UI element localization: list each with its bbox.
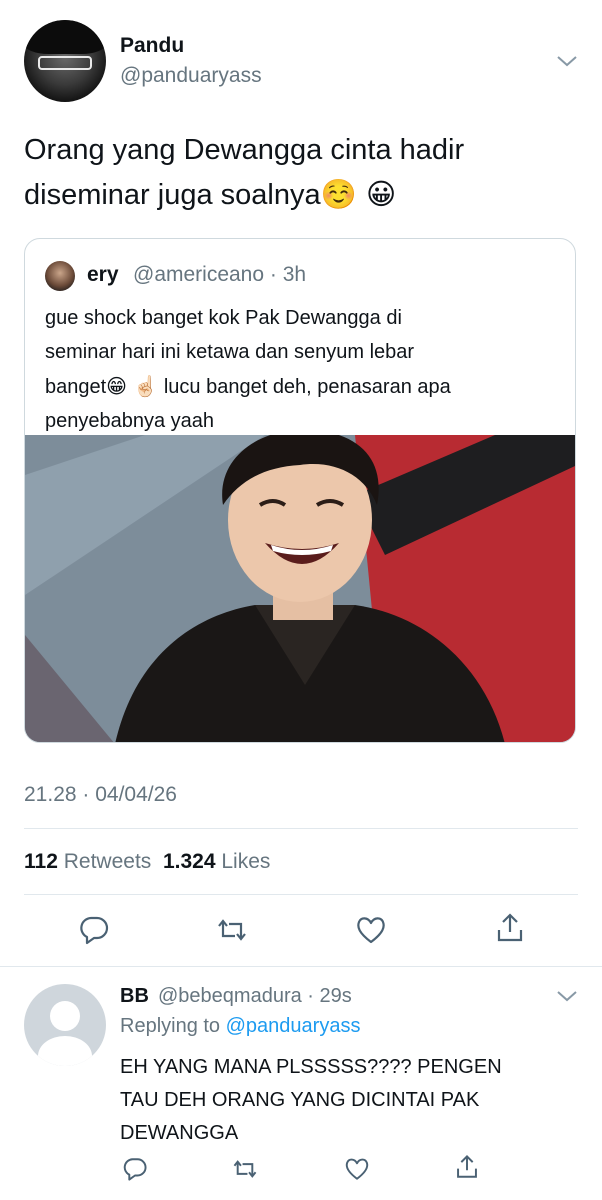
reply-author-name[interactable]: BB [120, 985, 149, 1008]
tweet-text: Orang yang Dewangga cinta hadir disemina… [24, 128, 564, 217]
quoted-text-line-3: banget😁 ☝🏻 lucu banget deh, penasaran ap… [45, 369, 560, 404]
reply-text-line-3: DEWANGGA [120, 1122, 239, 1144]
quoted-author-handle-time: @americeano · 3h [133, 263, 306, 287]
tweet-emojis: ☺️ 😀 [320, 177, 397, 211]
reply-author-avatar[interactable] [24, 984, 106, 1066]
quoted-tweet-photo[interactable] [25, 435, 575, 742]
reply-text: EH YANG MANA PLSSSSS???? PENGEN TAU DEH … [120, 1051, 570, 1150]
quoted-text-line-3-end: lucu banget deh, penasaran apa [158, 376, 451, 398]
retweet-count[interactable]: 112 [24, 850, 58, 873]
divider [0, 966, 602, 967]
divider [24, 894, 578, 895]
reply-icon[interactable] [122, 1156, 148, 1182]
reply-text-line-2: TAU DEH ORANG YANG DICINTAI PAK [120, 1089, 480, 1111]
replying-to: Replying to @panduaryass [120, 1015, 360, 1038]
author-name[interactable]: Pandu [120, 34, 184, 58]
default-avatar-icon [38, 1001, 92, 1066]
reply-time: · 29s [307, 985, 352, 1007]
avatar-hair [24, 20, 106, 54]
share-icon[interactable] [454, 1154, 480, 1180]
quoted-tweet-card[interactable]: ery @americeano · 3h gue shock banget ko… [24, 238, 576, 743]
replying-to-label: Replying to [120, 1015, 221, 1037]
author-handle[interactable]: @panduaryass [120, 64, 262, 88]
quoted-text-line-1: gue shock banget kok Pak Dewangga di [45, 307, 402, 329]
quoted-author-avatar [45, 261, 75, 291]
quoted-text-line-3-start: banget [45, 376, 107, 398]
quoted-tweet-time: · 3h [269, 263, 307, 286]
quoted-text-emojis: 😁 ☝🏻 [106, 374, 159, 398]
chevron-down-icon[interactable] [556, 989, 578, 1003]
replying-to-handle[interactable]: @panduaryass [226, 1015, 361, 1037]
like-icon[interactable] [355, 914, 387, 946]
retweet-icon[interactable] [216, 914, 248, 946]
tweet-stats: 112 Retweets 1.324 Likes [24, 850, 270, 874]
reply-author-handle[interactable]: @bebeqmadura [158, 985, 302, 1007]
like-icon[interactable] [344, 1156, 370, 1182]
reply-text-line-1: EH YANG MANA PLSSSSS???? PENGEN [120, 1056, 502, 1078]
quoted-text-line-4: penyebabnya yaah [45, 410, 215, 432]
tweet-text-line-1: Orang yang Dewangga cinta hadir [24, 134, 465, 166]
tweet-text-line-2: diseminar juga soalnya☺️ 😀 [24, 172, 564, 217]
chevron-down-icon[interactable] [556, 54, 578, 68]
share-icon[interactable] [494, 912, 526, 944]
retweet-icon[interactable] [232, 1156, 258, 1182]
quoted-author-handle: @americeano [133, 263, 265, 286]
quoted-text-line-2: seminar hari ini ketawa dan senyum lebar [45, 341, 415, 363]
author-avatar[interactable] [24, 20, 106, 102]
reply-author-handle-time[interactable]: @bebeqmadura · 29s [158, 985, 352, 1008]
like-count[interactable]: 1.324 [163, 850, 216, 873]
avatar-glasses [38, 56, 92, 70]
divider [24, 828, 578, 829]
reply-icon[interactable] [78, 914, 110, 946]
tweet-timestamp[interactable]: 21.28 · 04/04/26 [24, 783, 177, 807]
photo-illustration [25, 435, 575, 742]
quoted-tweet-text: gue shock banget kok Pak Dewangga di sem… [45, 301, 560, 438]
tweet-text-line-2-text: diseminar juga soalnya [24, 179, 321, 211]
quoted-author-name: ery [87, 263, 119, 286]
retweet-label[interactable]: Retweets [64, 850, 152, 873]
like-label[interactable]: Likes [221, 850, 270, 873]
